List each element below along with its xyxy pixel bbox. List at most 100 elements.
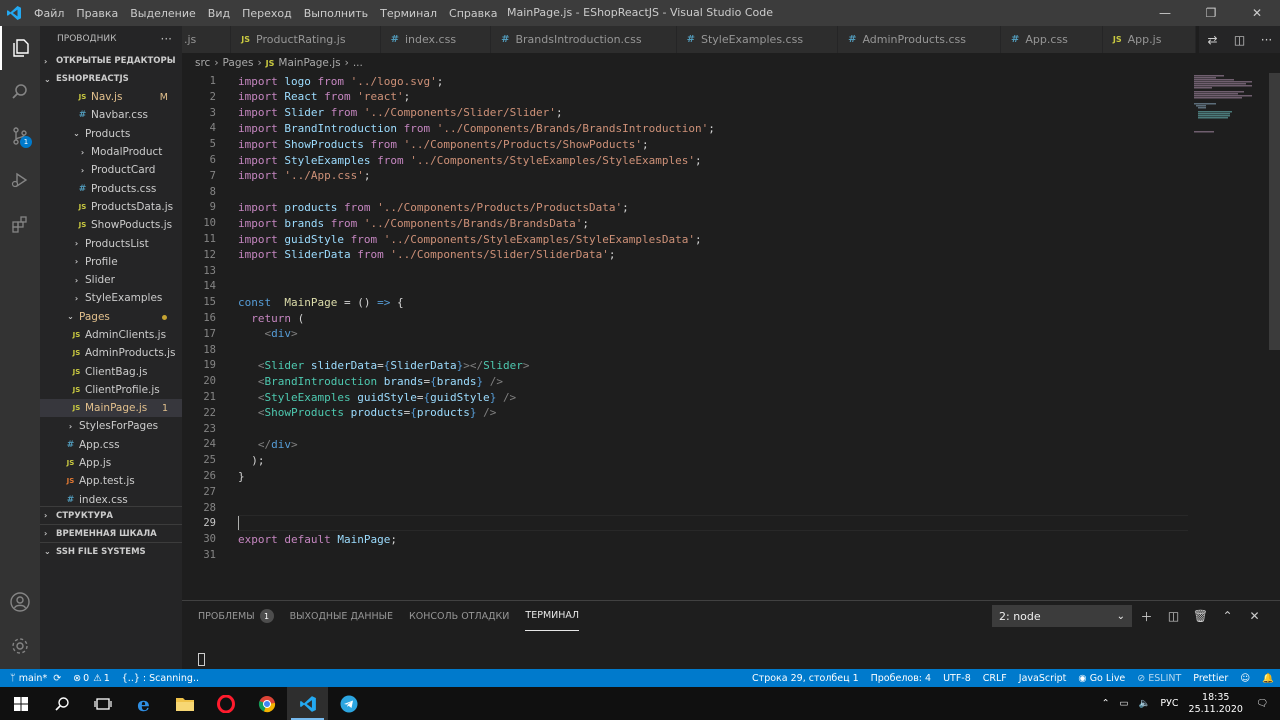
extensions-activity[interactable] bbox=[0, 202, 40, 246]
tree-file[interactable]: # App.css bbox=[40, 436, 182, 454]
indentation[interactable]: Пробелов: 4 bbox=[865, 673, 937, 684]
minimap[interactable] bbox=[1190, 73, 1268, 600]
code-line[interactable]: 28 bbox=[182, 500, 1268, 516]
close-panel-icon[interactable]: ✕ bbox=[1241, 605, 1268, 627]
tree-file[interactable]: JS ClientProfile.js bbox=[40, 381, 182, 399]
tree-file[interactable]: JS Nav.js M bbox=[40, 88, 182, 106]
code-line[interactable]: 13 bbox=[182, 263, 1268, 279]
network-icon[interactable]: ▭ bbox=[1115, 698, 1134, 709]
vscode-logo-icon[interactable] bbox=[0, 0, 28, 26]
editor-tab[interactable]: .js bbox=[182, 26, 232, 53]
more-icon[interactable]: ··· bbox=[1253, 26, 1280, 53]
code-line[interactable]: 8 bbox=[182, 184, 1268, 200]
code-line[interactable]: 22 <ShowProducts products={products} /> bbox=[182, 405, 1268, 421]
outline-section[interactable]: › СТРУКТУРА bbox=[40, 506, 182, 524]
code-line[interactable]: 23 bbox=[182, 421, 1268, 437]
chrome-button[interactable] bbox=[246, 687, 287, 720]
start-button[interactable] bbox=[0, 687, 41, 720]
split-terminal-icon[interactable]: ◫ bbox=[1160, 605, 1187, 627]
bell-icon[interactable]: 🔔 bbox=[1256, 673, 1280, 684]
feedback-icon[interactable]: ☺ bbox=[1234, 673, 1256, 684]
notifications-icon[interactable]: 🗨 bbox=[1248, 698, 1280, 709]
tree-file[interactable]: JS ClientBag.js bbox=[40, 362, 182, 380]
split-editor-icon[interactable]: ◫ bbox=[1226, 26, 1253, 53]
code-line[interactable]: 19 <Slider sliderData={SliderData}></Sli… bbox=[182, 357, 1268, 373]
code-line[interactable]: 3 import Slider from '../Components/Slide… bbox=[182, 105, 1268, 121]
terminal-cursor[interactable] bbox=[198, 653, 205, 666]
tree-folder[interactable]: ⌄ Products bbox=[40, 125, 182, 143]
code-line[interactable]: 9 import products from '../Components/Pro… bbox=[182, 199, 1268, 215]
breadcrumb-item[interactable]: ... bbox=[353, 57, 363, 69]
search-activity[interactable] bbox=[0, 70, 40, 114]
code-line[interactable]: 6 import StyleExamples from '../Component… bbox=[182, 152, 1268, 168]
minimize-button[interactable]: — bbox=[1142, 0, 1188, 26]
menu-item[interactable]: Переход bbox=[236, 7, 298, 20]
editor-tab[interactable]: JS ProductRating.js bbox=[231, 26, 381, 53]
scanning-status[interactable]: {..} : Scanning.. bbox=[116, 673, 205, 684]
tree-file[interactable]: # Navbar.css bbox=[40, 106, 182, 124]
code-line[interactable]: 17 <div> bbox=[182, 326, 1268, 342]
editor-tab[interactable]: # App.css bbox=[1001, 26, 1103, 53]
code-line[interactable]: 20 <BrandIntroduction brands={brands} /> bbox=[182, 373, 1268, 389]
code-line[interactable]: 11 import guidStyle from '../Components/S… bbox=[182, 231, 1268, 247]
tree-folder[interactable]: › StylesForPages bbox=[40, 417, 182, 435]
tree-file[interactable]: JS ShowPoducts.js bbox=[40, 216, 182, 234]
timeline-section[interactable]: › ВРЕМЕННАЯ ШКАЛА bbox=[40, 524, 182, 542]
manage-activity[interactable] bbox=[0, 624, 40, 668]
panel-tab[interactable]: ВЫХОДНЫЕ ДАННЫЕ bbox=[290, 601, 393, 631]
edge-button[interactable]: e bbox=[123, 687, 164, 720]
editor-tab[interactable]: # index.css bbox=[380, 26, 492, 53]
language-indicator[interactable]: РУС bbox=[1155, 698, 1183, 709]
code-line[interactable]: 27 bbox=[182, 484, 1268, 500]
code-line[interactable]: 31 bbox=[182, 547, 1268, 563]
telegram-button[interactable] bbox=[328, 687, 369, 720]
code-line[interactable]: 4 import BrandIntroduction from '../Compo… bbox=[182, 120, 1268, 136]
accounts-activity[interactable] bbox=[0, 580, 40, 624]
editor-scrollbar-thumb[interactable] bbox=[1269, 73, 1280, 350]
source-control-activity[interactable]: 1 bbox=[0, 114, 40, 158]
close-window-button[interactable]: ✕ bbox=[1234, 0, 1280, 26]
code-line[interactable]: 21 <StyleExamples guidStyle={guidStyle} … bbox=[182, 389, 1268, 405]
task-view-button[interactable] bbox=[82, 687, 123, 720]
code-line[interactable]: 26} bbox=[182, 468, 1268, 484]
tree-file[interactable]: JS MainPage.js 1 bbox=[40, 399, 182, 418]
breadcrumb-item[interactable]: MainPage.js bbox=[278, 57, 340, 69]
maximize-panel-icon[interactable]: ⌃ bbox=[1214, 605, 1241, 627]
encoding[interactable]: UTF-8 bbox=[937, 673, 977, 684]
chevron-up-icon[interactable]: ⌃ bbox=[1097, 698, 1115, 709]
cursor-position[interactable]: Строка 29, столбец 1 bbox=[746, 673, 865, 684]
menu-item[interactable]: Правка bbox=[70, 7, 124, 20]
tree-file[interactable]: JS AdminProducts.js bbox=[40, 344, 182, 362]
code-line[interactable]: 18 bbox=[182, 342, 1268, 358]
editor-tab[interactable]: # AdminProducts.css bbox=[838, 26, 1002, 53]
ssh-section[interactable]: ⌄ SSH FILE SYSTEMS bbox=[40, 542, 182, 560]
prettier-status[interactable]: Prettier bbox=[1187, 673, 1234, 684]
code-line[interactable]: 16 return ( bbox=[182, 310, 1268, 326]
tree-folder[interactable]: › Slider bbox=[40, 271, 182, 289]
code-line[interactable]: 12 import SliderData from '../Components/… bbox=[182, 247, 1268, 263]
tree-folder[interactable]: › StyleExamples bbox=[40, 289, 182, 307]
tree-file[interactable]: JS ProductsData.js bbox=[40, 198, 182, 216]
project-section[interactable]: ⌄ ESHOPREACTJS bbox=[40, 70, 182, 88]
code-line[interactable]: 5 import ShowProducts from '../Components… bbox=[182, 136, 1268, 152]
compare-icon[interactable]: ⇄ bbox=[1199, 26, 1226, 53]
volume-icon[interactable]: 🔈 bbox=[1134, 698, 1156, 709]
maximize-button[interactable]: ❐ bbox=[1188, 0, 1234, 26]
tree-folder[interactable]: › ModalProduct bbox=[40, 143, 182, 161]
panel-tab[interactable]: КОНСОЛЬ ОТЛАДКИ bbox=[409, 601, 509, 631]
clock[interactable]: 18:35 25.11.2020 bbox=[1184, 692, 1248, 716]
taskbar-search-button[interactable] bbox=[41, 687, 82, 720]
tree-folder[interactable]: › ProductCard bbox=[40, 161, 182, 179]
problems-status[interactable]: ⊗ 0 ⚠ 1 bbox=[67, 673, 116, 684]
more-actions-button[interactable]: ··· bbox=[161, 32, 172, 46]
panel-tab[interactable]: ТЕРМИНАЛ bbox=[525, 601, 580, 631]
branch-status[interactable]: ᛘ main* ⟳ bbox=[0, 673, 67, 684]
menu-item[interactable]: Выполнить bbox=[298, 7, 374, 20]
code-line[interactable]: 24 </div> bbox=[182, 436, 1268, 452]
menu-item[interactable]: Файл bbox=[28, 7, 70, 20]
open-editors-section[interactable]: › ОТКРЫТЫЕ РЕДАКТОРЫ bbox=[40, 52, 182, 70]
tree-file[interactable]: JS App.test.js bbox=[40, 472, 182, 490]
trash-icon[interactable]: 🗑 bbox=[1187, 605, 1214, 627]
tree-folder[interactable]: › ProductsList bbox=[40, 234, 182, 252]
code-line[interactable]: 2 import React from 'react'; bbox=[182, 89, 1268, 105]
